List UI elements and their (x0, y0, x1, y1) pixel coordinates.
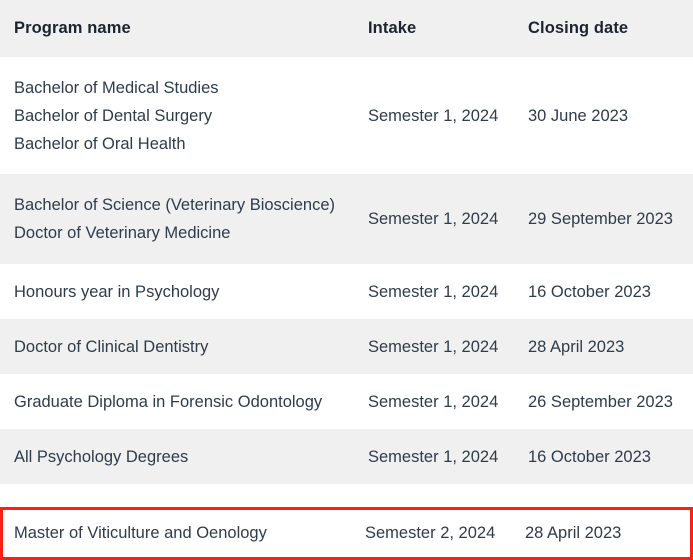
table-row-highlighted[interactable]: Master of Viticulture and Oenology Semes… (0, 507, 693, 560)
cell-closing-date: 16 October 2023 (514, 264, 693, 319)
program-name-line: Bachelor of Science (Veterinary Bioscien… (14, 191, 354, 219)
program-name-line: Bachelor of Dental Surgery (14, 102, 354, 130)
column-header-closing-date-label: Closing date (514, 19, 628, 37)
cell-program-name: Honours year in Psychology (0, 264, 354, 319)
program-name-line: Bachelor of Oral Health (14, 130, 354, 158)
cell-program-name: Master of Viticulture and Oenology (3, 524, 354, 543)
cell-closing-date: 26 September 2023 (514, 374, 693, 429)
table-row[interactable]: Bachelor of Science (Veterinary Bioscien… (0, 174, 693, 264)
cell-intake: Semester 1, 2024 (354, 264, 514, 319)
cell-program-name: Bachelor of Science (Veterinary Bioscien… (0, 174, 354, 264)
cell-closing-date: 29 September 2023 (514, 174, 693, 264)
cell-intake: Semester 1, 2024 (354, 374, 514, 429)
intake-value: Semester 1, 2024 (354, 393, 498, 411)
table-row[interactable]: All Psychology Degrees Semester 1, 2024 … (0, 429, 693, 484)
column-header-program-name-label: Program name (0, 19, 131, 37)
program-name-line: Master of Viticulture and Oenology (14, 524, 267, 542)
cell-program-name: Bachelor of Medical Studies Bachelor of … (0, 57, 354, 174)
closing-date-value: 16 October 2023 (514, 448, 651, 466)
column-header-closing-date[interactable]: Closing date (514, 0, 693, 57)
closing-date-value: 30 June 2023 (514, 107, 628, 125)
program-closing-dates-table-container: Program name Intake Closing date Bachelo… (0, 0, 693, 560)
table-body: Bachelor of Medical Studies Bachelor of … (0, 57, 693, 484)
intake-value: Semester 2, 2024 (365, 524, 495, 542)
intake-value: Semester 1, 2024 (354, 338, 498, 356)
cell-intake: Semester 1, 2024 (354, 429, 514, 484)
program-name-line: Bachelor of Medical Studies (14, 74, 354, 102)
intake-value: Semester 1, 2024 (354, 283, 498, 301)
table-header-row: Program name Intake Closing date (0, 0, 693, 57)
closing-date-value: 26 September 2023 (514, 393, 673, 411)
cell-intake: Semester 1, 2024 (354, 57, 514, 174)
intake-value: Semester 1, 2024 (354, 210, 498, 228)
intake-value: Semester 1, 2024 (354, 107, 498, 125)
cell-intake: Semester 1, 2024 (354, 319, 514, 374)
cell-closing-date: 28 April 2023 (514, 319, 693, 374)
column-header-intake-label: Intake (354, 19, 416, 37)
column-header-intake[interactable]: Intake (354, 0, 514, 57)
program-name-line: Doctor of Clinical Dentistry (14, 333, 354, 361)
program-closing-dates-table: Program name Intake Closing date Bachelo… (0, 0, 693, 484)
column-header-program-name[interactable]: Program name (0, 0, 354, 57)
closing-date-value: 16 October 2023 (514, 283, 651, 301)
intake-value: Semester 1, 2024 (354, 448, 498, 466)
cell-program-name: Graduate Diploma in Forensic Odontology (0, 374, 354, 429)
table-row[interactable]: Bachelor of Medical Studies Bachelor of … (0, 57, 693, 174)
closing-date-value: 29 September 2023 (514, 210, 673, 228)
cell-intake: Semester 1, 2024 (354, 174, 514, 264)
table-header: Program name Intake Closing date (0, 0, 693, 57)
program-name-line: All Psychology Degrees (14, 443, 354, 471)
program-name-line: Graduate Diploma in Forensic Odontology (14, 388, 354, 416)
cell-closing-date: 28 April 2023 (514, 524, 690, 543)
cell-program-name: All Psychology Degrees (0, 429, 354, 484)
cell-closing-date: 30 June 2023 (514, 57, 693, 174)
program-name-line: Honours year in Psychology (14, 278, 354, 306)
closing-date-value: 28 April 2023 (525, 524, 621, 542)
cell-program-name: Doctor of Clinical Dentistry (0, 319, 354, 374)
cell-closing-date: 16 October 2023 (514, 429, 693, 484)
table-row[interactable]: Doctor of Clinical Dentistry Semester 1,… (0, 319, 693, 374)
table-row[interactable]: Graduate Diploma in Forensic Odontology … (0, 374, 693, 429)
cell-intake: Semester 2, 2024 (354, 524, 514, 543)
closing-date-value: 28 April 2023 (514, 338, 624, 356)
table-row[interactable]: Honours year in Psychology Semester 1, 2… (0, 264, 693, 319)
program-name-line: Doctor of Veterinary Medicine (14, 219, 354, 247)
